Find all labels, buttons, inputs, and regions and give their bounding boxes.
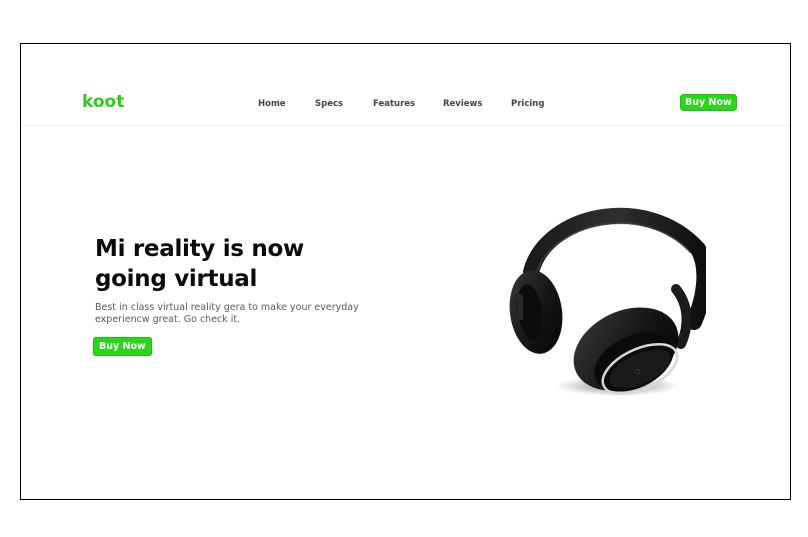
nav-links: Home Specs Features Reviews Pricing <box>21 97 790 111</box>
nav-buy-now-button[interactable]: Buy Now <box>680 94 737 111</box>
headphones-image: ◌ <box>476 194 706 404</box>
hero-title: Mi reality is now going virtual <box>95 236 304 292</box>
nav-link-pricing[interactable]: Pricing <box>511 97 544 111</box>
page-frame: koot Home Specs Features Reviews Pricing… <box>20 43 791 500</box>
nav-link-features[interactable]: Features <box>373 97 415 111</box>
nav-link-reviews[interactable]: Reviews <box>443 97 482 111</box>
hero-description: Best in class virtual reality gera to ma… <box>95 302 359 325</box>
navbar: koot Home Specs Features Reviews Pricing… <box>21 44 790 126</box>
nav-link-home[interactable]: Home <box>258 97 286 111</box>
nav-link-specs[interactable]: Specs <box>315 97 343 111</box>
hero-buy-now-button[interactable]: Buy Now <box>93 337 152 356</box>
